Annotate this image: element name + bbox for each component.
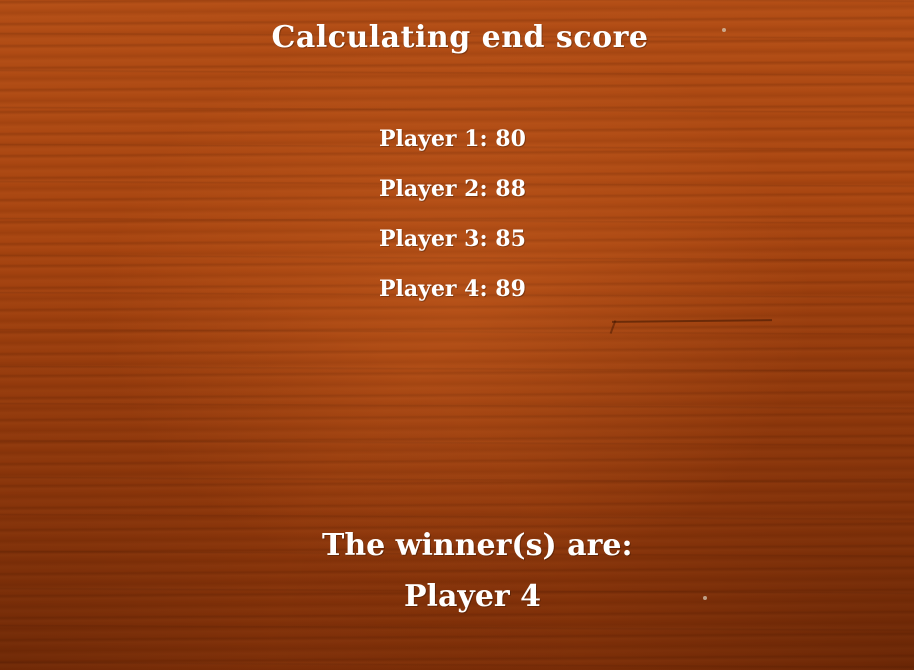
score-row-player-2: Player 2: 88 bbox=[379, 176, 526, 202]
winner-name: Player 4 bbox=[404, 579, 542, 614]
wood-table-background bbox=[0, 0, 914, 670]
wood-speck bbox=[703, 596, 707, 600]
score-list: Player 1: 80 Player 2: 88 Player 3: 85 P… bbox=[379, 123, 639, 323]
winner-label: The winner(s) are: bbox=[322, 528, 633, 563]
score-row-player-4: Player 4: 89 bbox=[379, 276, 526, 302]
screen-title: Calculating end score bbox=[271, 20, 649, 55]
score-row-player-1: Player 1: 80 bbox=[379, 126, 526, 152]
score-row-player-3: Player 3: 85 bbox=[379, 226, 526, 252]
